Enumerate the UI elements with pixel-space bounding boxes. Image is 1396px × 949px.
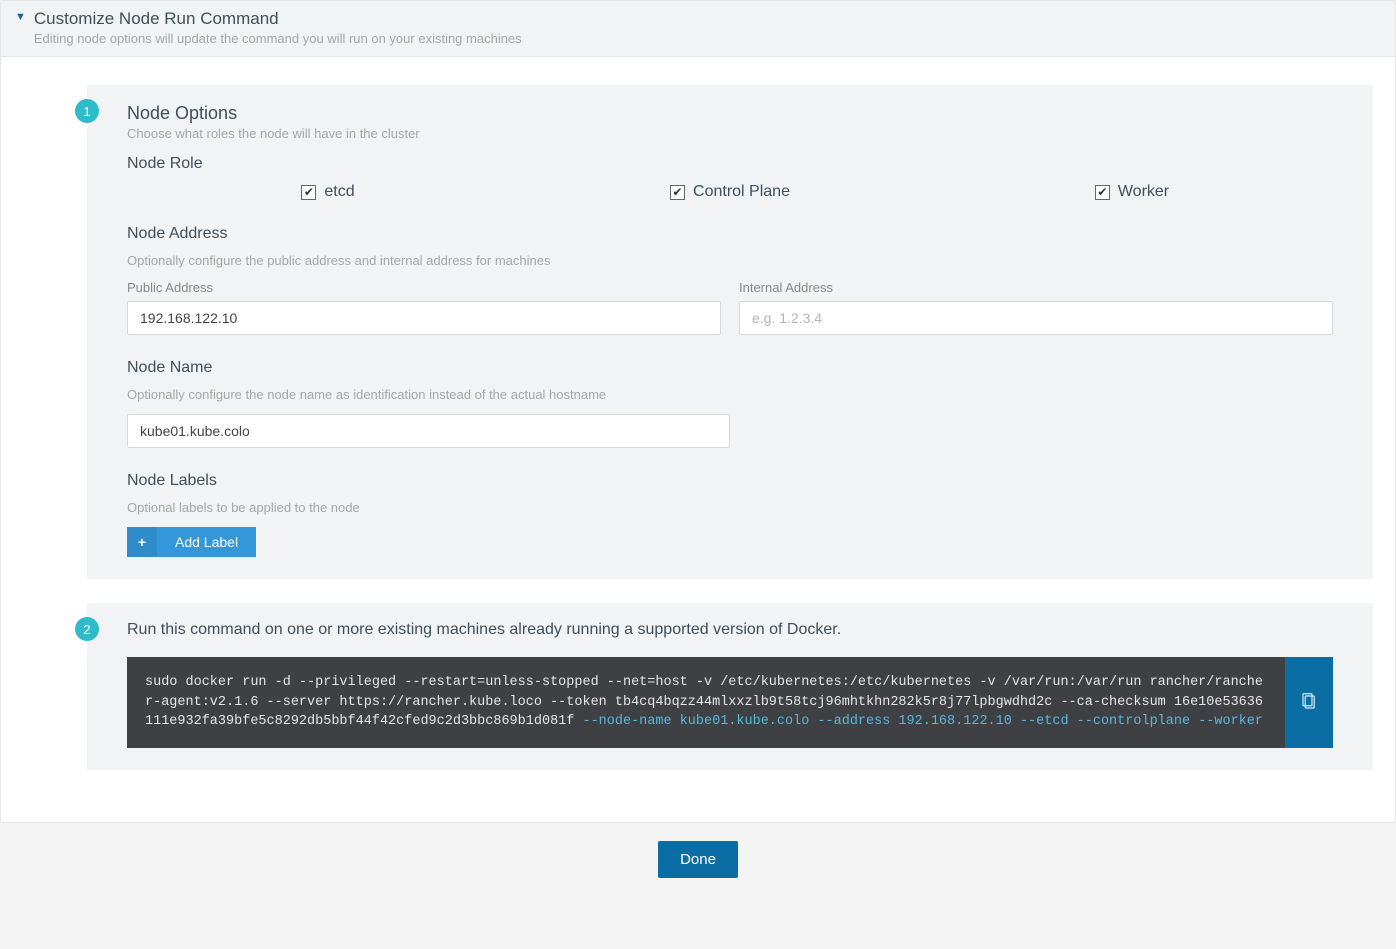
node-address-heading: Node Address [127, 225, 1333, 243]
node-name-input[interactable] [127, 414, 730, 448]
internal-address-input[interactable] [739, 301, 1333, 335]
header-title: Customize Node Run Command [34, 9, 522, 29]
role-etcd-checkbox[interactable]: ✔ etcd [301, 183, 354, 201]
step-2-panel: 2 Run this command on one or more existi… [87, 603, 1373, 770]
role-etcd-label: etcd [324, 183, 354, 201]
command-args: --node-name kube01.kube.colo --address 1… [574, 714, 1263, 729]
node-labels-help: Optional labels to be applied to the nod… [127, 500, 1333, 515]
step-1-panel: 1 Node Options Choose what roles the nod… [87, 85, 1373, 579]
checkbox-icon: ✔ [1095, 185, 1110, 200]
public-address-input[interactable] [127, 301, 721, 335]
header-subtitle: Editing node options will update the com… [34, 31, 522, 46]
copy-command-button[interactable] [1285, 657, 1333, 748]
checkbox-icon: ✔ [670, 185, 685, 200]
add-label-button[interactable]: + Add Label [127, 527, 256, 557]
internal-address-label: Internal Address [739, 280, 1333, 295]
role-control-plane-checkbox[interactable]: ✔ Control Plane [670, 183, 790, 201]
step-2-title: Run this command on one or more existing… [127, 621, 1333, 639]
node-options-subtitle: Choose what roles the node will have in … [127, 126, 1333, 141]
footer: Done [0, 823, 1396, 902]
add-label-text: Add Label [157, 527, 256, 557]
public-address-label: Public Address [127, 280, 721, 295]
node-options-title: Node Options [127, 103, 1333, 124]
checkbox-icon: ✔ [301, 185, 316, 200]
command-output: sudo docker run -d --privileged --restar… [127, 657, 1285, 748]
node-name-heading: Node Name [127, 359, 1333, 377]
node-name-help: Optionally configure the node name as id… [127, 387, 1333, 402]
done-button[interactable]: Done [658, 841, 738, 878]
chevron-down-icon: ▼ [15, 11, 26, 23]
step-2-badge: 2 [75, 617, 99, 641]
role-control-plane-label: Control Plane [693, 183, 790, 201]
role-worker-label: Worker [1118, 183, 1169, 201]
role-worker-checkbox[interactable]: ✔ Worker [1095, 183, 1169, 201]
plus-icon: + [127, 527, 157, 557]
node-labels-heading: Node Labels [127, 472, 1333, 490]
collapsible-header[interactable]: ▼ Customize Node Run Command Editing nod… [1, 1, 1395, 57]
clipboard-icon [1300, 693, 1318, 711]
step-1-badge: 1 [75, 99, 99, 123]
node-role-heading: Node Role [127, 155, 1333, 173]
node-address-help: Optionally configure the public address … [127, 253, 1333, 268]
